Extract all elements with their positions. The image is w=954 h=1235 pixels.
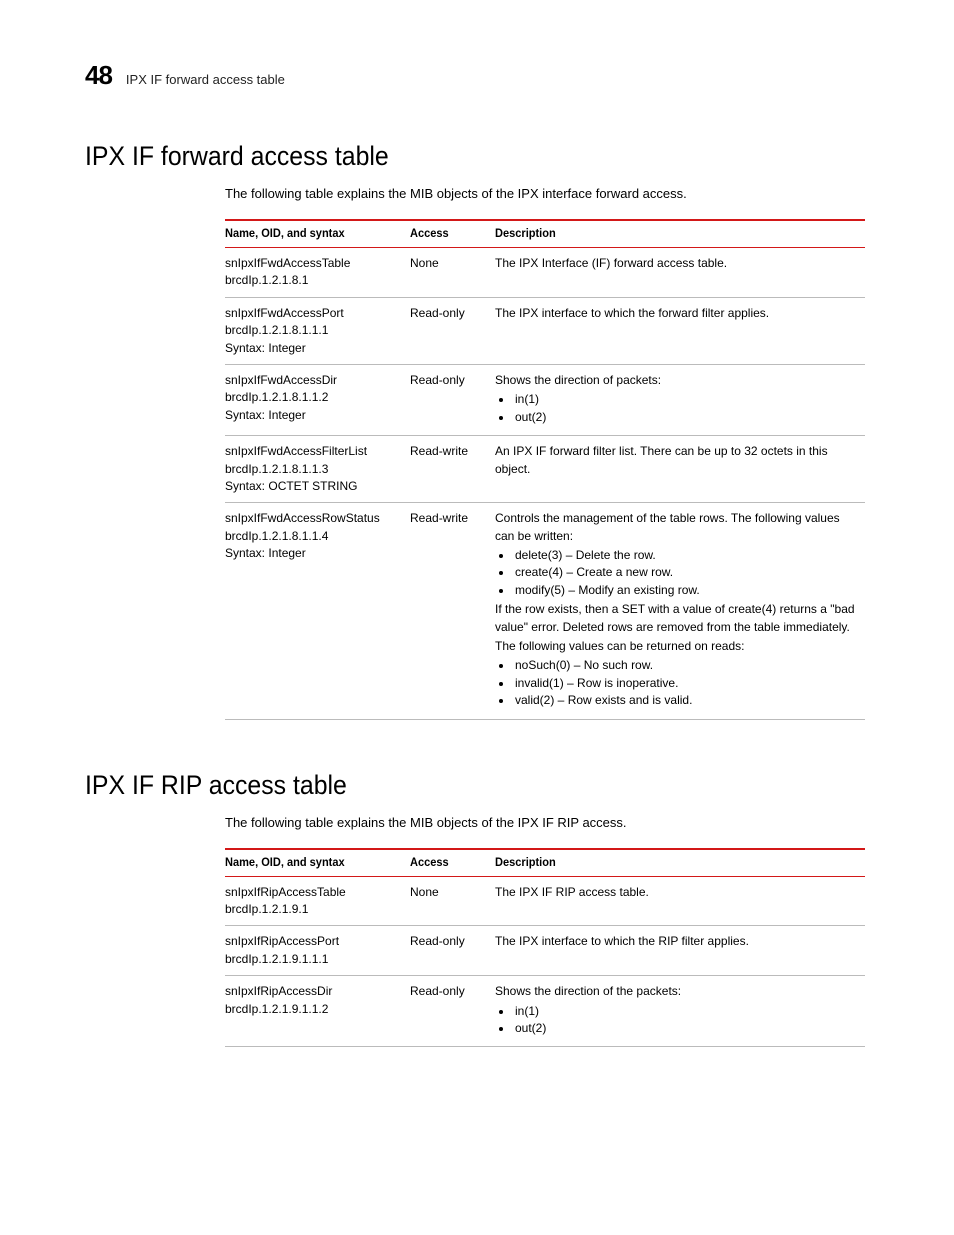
table-row: snIpxIfFwdAccessTablebrcdIp.1.2.1.8.1 Non…	[225, 248, 865, 298]
table-ipx-rip-access: Name, OID, and syntax Access Description…	[225, 848, 865, 1048]
mib-name-line: brcdIp.1.2.1.9.1.1.1	[225, 951, 400, 968]
mib-name-line: snIpxIfFwdAccessPort	[225, 305, 400, 322]
table-row: snIpxIfRipAccessTablebrcdIp.1.2.1.9.1 Non…	[225, 876, 865, 926]
mib-name-line: Syntax: Integer	[225, 545, 400, 562]
mib-name-line: snIpxIfFwdAccessTable	[225, 255, 400, 272]
mib-name-line: snIpxIfRipAccessTable	[225, 884, 400, 901]
col-header-description: Description	[495, 220, 850, 248]
section-heading-1: IPX IF forward access table	[85, 141, 806, 172]
mib-name-line: snIpxIfRipAccessPort	[225, 933, 400, 950]
description-cell: The IPX interface to which the RIP filte…	[495, 926, 865, 976]
access-value: Read-only	[410, 976, 495, 1047]
col-header-access: Access	[410, 849, 492, 877]
mib-name-line: brcdIp.1.2.1.9.1.1.2	[225, 1001, 400, 1018]
table-row: snIpxIfRipAccessPortbrcdIp.1.2.1.9.1.1.1…	[225, 926, 865, 976]
col-header-name: Name, OID, and syntax	[225, 849, 403, 877]
col-header-name: Name, OID, and syntax	[225, 220, 403, 248]
table-row: snIpxIfFwdAccessRowStatusbrcdIp.1.2.1.8.…	[225, 503, 865, 719]
section1-intro: The following table explains the MIB obj…	[225, 186, 869, 201]
access-value: None	[410, 876, 495, 926]
access-value: Read-only	[410, 297, 495, 364]
mib-name-line: Syntax: Integer	[225, 340, 400, 357]
col-header-description: Description	[495, 849, 850, 877]
access-value: None	[410, 248, 495, 298]
table-ipx-fwd-access: Name, OID, and syntax Access Description…	[225, 219, 865, 720]
mib-name-line: brcdIp.1.2.1.8.1.1.2	[225, 389, 400, 406]
description-cell: The IPX IF RIP access table.	[495, 876, 865, 926]
running-title: IPX IF forward access table	[126, 72, 285, 87]
mib-name-line: brcdIp.1.2.1.8.1	[225, 272, 400, 289]
section2-intro: The following table explains the MIB obj…	[225, 815, 869, 830]
table-row: snIpxIfFwdAccessDirbrcdIp.1.2.1.8.1.1.2S…	[225, 364, 865, 435]
col-header-access: Access	[410, 220, 492, 248]
access-value: Read-write	[410, 436, 495, 503]
description-cell: Shows the direction of packets:in(1)out(…	[495, 364, 865, 435]
chapter-number: 48	[85, 60, 112, 91]
table-row: snIpxIfRipAccessDirbrcdIp.1.2.1.9.1.1.2 R…	[225, 976, 865, 1047]
mib-name-line: snIpxIfRipAccessDir	[225, 983, 400, 1000]
description-cell: An IPX IF forward filter list. There can…	[495, 436, 865, 503]
table-row: snIpxIfFwdAccessFilterListbrcdIp.1.2.1.8…	[225, 436, 865, 503]
access-value: Read-only	[410, 364, 495, 435]
table-row: snIpxIfFwdAccessPortbrcdIp.1.2.1.8.1.1.1…	[225, 297, 865, 364]
mib-name-line: snIpxIfFwdAccessRowStatus	[225, 510, 400, 527]
mib-name-line: snIpxIfFwdAccessDir	[225, 372, 400, 389]
mib-name-line: brcdIp.1.2.1.8.1.1.4	[225, 528, 400, 545]
mib-name-line: Syntax: Integer	[225, 407, 400, 424]
description-cell: Shows the direction of the packets:in(1)…	[495, 976, 865, 1047]
mib-name-line: brcdIp.1.2.1.8.1.1.1	[225, 322, 400, 339]
mib-name-line: Syntax: OCTET STRING	[225, 478, 400, 495]
mib-name-line: brcdIp.1.2.1.9.1	[225, 901, 400, 918]
access-value: Read-write	[410, 503, 495, 719]
page-header: 48 IPX IF forward access table	[85, 60, 869, 91]
description-cell: Controls the management of the table row…	[495, 503, 865, 719]
description-cell: The IPX interface to which the forward f…	[495, 297, 865, 364]
access-value: Read-only	[410, 926, 495, 976]
description-cell: The IPX Interface (IF) forward access ta…	[495, 248, 865, 298]
mib-name-line: snIpxIfFwdAccessFilterList	[225, 443, 400, 460]
mib-name-line: brcdIp.1.2.1.8.1.1.3	[225, 461, 400, 478]
section-heading-2: IPX IF RIP access table	[85, 770, 806, 801]
